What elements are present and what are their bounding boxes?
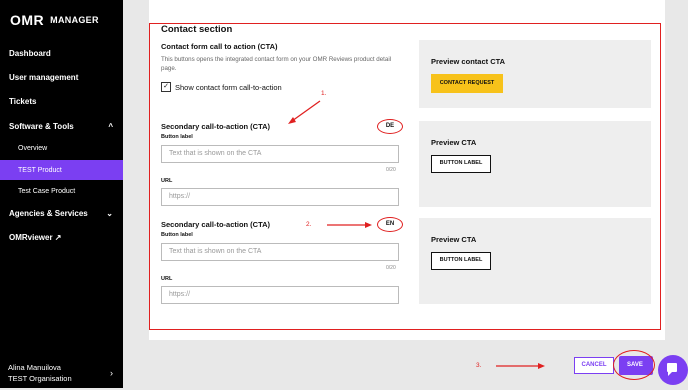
cta-description: This buttons opens the integrated contac… (161, 56, 392, 72)
preview-cta-title-de: Preview CTA (431, 138, 477, 147)
annotation-two: 2. (306, 221, 312, 228)
chevron-right-icon[interactable]: › (110, 368, 113, 378)
sidebar-item-label: Tickets (9, 96, 37, 106)
show-contact-cta-checkbox-row[interactable]: ✓ Show contact form call-to-action (161, 82, 282, 92)
sidebar-item-label: OMRviewer ↗ (9, 232, 62, 242)
url-input-de[interactable]: https:// (161, 188, 399, 206)
cancel-button[interactable]: CANCEL (574, 357, 614, 374)
cta-heading: Contact form call to action (CTA) (161, 42, 278, 51)
sidebar-item-test-product[interactable]: TEST Product (0, 160, 123, 180)
sidebar-item-label: User management (9, 72, 79, 82)
annotation-arrow-three (496, 363, 545, 369)
char-counter-de: 0/20 (386, 167, 396, 173)
language-badge-de: DE (377, 119, 403, 134)
sidebar-item-omrviewer[interactable]: OMRviewer ↗ (0, 227, 123, 247)
annotation-three: 3. (476, 362, 482, 369)
sidebar: OMR MANAGER Dashboard User management Ti… (0, 0, 123, 388)
sidebar-item-user-management[interactable]: User management (0, 67, 123, 87)
annotation-arrow-one (288, 100, 321, 124)
user-name: Alina Manuilova (8, 363, 61, 372)
annotation-arrow-two (327, 222, 372, 228)
url-caption-en: URL (161, 276, 173, 282)
section-title: Contact section (161, 24, 233, 35)
sidebar-item-label: Overview (18, 144, 48, 152)
user-organisation: TEST Organisation (8, 374, 72, 383)
save-highlight-circle (613, 350, 655, 380)
sidebar-item-label: Software & Tools (9, 121, 74, 131)
button-label-input-en[interactable]: Text that is shown on the CTA (161, 243, 399, 261)
url-input-en[interactable]: https:// (161, 286, 399, 304)
preview-contact-cta-panel: Preview contact CTA CONTACT REQUEST (419, 40, 651, 108)
sidebar-item-label: TEST Product (18, 166, 62, 174)
preview-cta-panel-de: Preview CTA BUTTON LABEL (419, 121, 651, 207)
button-label-caption-en: Button label (161, 232, 193, 238)
url-caption-de: URL (161, 178, 173, 184)
button-label-input-de[interactable]: Text that is shown on the CTA (161, 145, 399, 163)
checkbox[interactable]: ✓ (161, 82, 171, 92)
sidebar-item-label: Test Case Product (18, 187, 76, 195)
logo-subtitle: MANAGER (50, 15, 99, 25)
annotation-one: 1. (321, 90, 327, 97)
sidebar-item-tickets[interactable]: Tickets (0, 91, 123, 111)
logo[interactable]: OMR MANAGER (10, 12, 99, 28)
sidebar-item-overview[interactable]: Overview (0, 138, 123, 158)
logo-text: OMR (10, 12, 45, 28)
preview-button-label-de: BUTTON LABEL (431, 155, 491, 173)
chevron-down-icon: ⌄ (106, 208, 113, 218)
chat-bubble-icon (667, 363, 677, 376)
button-label-caption-de: Button label (161, 134, 193, 140)
checkbox-label: Show contact form call-to-action (175, 82, 282, 92)
chevron-up-icon: ^ (108, 121, 113, 131)
contact-request-button: CONTACT REQUEST (431, 74, 503, 93)
sidebar-item-label: Dashboard (9, 48, 51, 58)
chat-icon[interactable] (658, 355, 688, 385)
sidebar-item-dashboard[interactable]: Dashboard (0, 43, 123, 63)
char-counter-en: 0/20 (386, 265, 396, 271)
sidebar-item-test-case-product[interactable]: Test Case Product (0, 181, 123, 201)
language-badge-en: EN (377, 217, 403, 232)
user-profile[interactable]: Alina Manuilova TEST Organisation (8, 362, 72, 384)
preview-button-label-en: BUTTON LABEL (431, 252, 491, 270)
secondary-cta-heading-de: Secondary call-to-action (CTA) (161, 122, 271, 131)
secondary-cta-heading-en: Secondary call-to-action (CTA) (161, 220, 271, 229)
sidebar-item-agencies-services[interactable]: Agencies & Services ⌄ (0, 203, 123, 223)
preview-cta-title-en: Preview CTA (431, 235, 477, 244)
preview-cta-panel-en: Preview CTA BUTTON LABEL (419, 218, 651, 304)
preview-contact-cta-title: Preview contact CTA (431, 57, 506, 66)
sidebar-item-software-tools[interactable]: Software & Tools ^ (0, 116, 123, 136)
sidebar-item-label: Agencies & Services (9, 208, 88, 218)
